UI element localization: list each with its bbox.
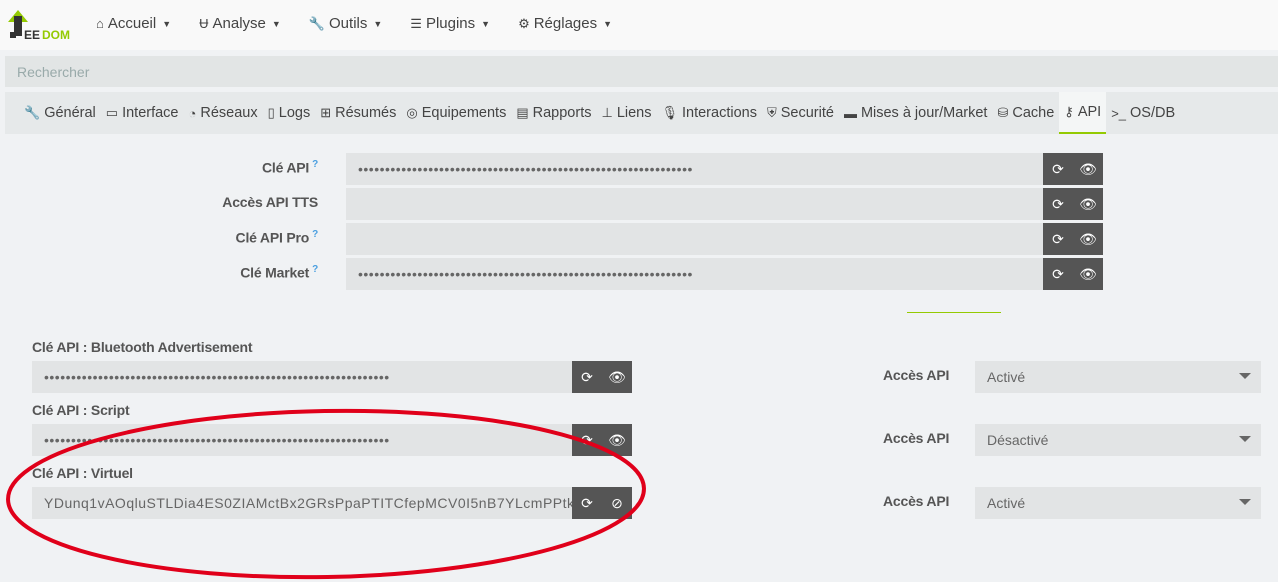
caret-down-icon: ▼ [603, 18, 613, 29]
refresh-icon[interactable]: ⟳ [573, 369, 601, 386]
plugin-key-label: Clé API : Script [32, 402, 130, 418]
caret-down-icon [1239, 373, 1251, 379]
key-icon: ⚷ [1064, 104, 1074, 119]
sitemap-icon: ⊥ [601, 105, 613, 120]
access-select[interactable]: Activé [975, 361, 1261, 393]
svg-text:DOM: DOM [42, 28, 70, 42]
eye-icon[interactable]: 👁 [603, 369, 631, 386]
refresh-icon[interactable]: ⟳ [573, 432, 601, 449]
tab-11[interactable]: ⛁ Cache [992, 92, 1059, 134]
caret-down-icon [1239, 499, 1251, 505]
eye-icon[interactable]: 👁 [603, 432, 631, 449]
plugin-key-actions: ⟳ 👁 [572, 361, 632, 393]
api-key-field[interactable] [346, 223, 1043, 255]
wrench-icon: 🔧 [24, 105, 41, 120]
caret-down-icon [1239, 436, 1251, 442]
key-label: Accès API TTS [222, 194, 318, 210]
access-label: Accès API [883, 367, 950, 383]
tab-12[interactable]: ⚷ API [1059, 92, 1107, 134]
tab-6[interactable]: ▤ Rapports [511, 92, 596, 134]
rss-icon: ◔ [188, 105, 197, 121]
nav-plugins[interactable]: ☰ Plugins ▼ [410, 15, 490, 32]
equipment-icon: ◎ [406, 105, 418, 120]
tab-10[interactable]: ▬ Mises à jour/Market [839, 92, 993, 134]
api-key-field[interactable]: ••••••••••••••••••••••••••••••••••••••••… [346, 153, 1043, 185]
help-icon[interactable]: ? [312, 229, 318, 240]
top-navbar: EE DOM ⌂ Accueil ▼ Ʉ Analyse ▼ 🔧 Outils ▼ ☰ Plugin… [0, 0, 1278, 50]
key-label: Clé API Pro? [235, 229, 319, 246]
divider [907, 312, 1001, 313]
key-actions: ⟳ 👁 [1043, 223, 1103, 255]
microphone-icon: 🎙 [661, 105, 678, 120]
caret-down-icon: ▼ [373, 18, 383, 29]
refresh-icon[interactable]: ⟳ [1044, 266, 1072, 283]
tab-1[interactable]: ▭ Interface [101, 92, 184, 134]
eye-icon[interactable]: 👁 [1074, 161, 1102, 178]
home-icon: ⌂ [96, 16, 104, 31]
tab-5[interactable]: ◎ Equipements [401, 92, 511, 134]
plugin-api-key-field[interactable]: ••••••••••••••••••••••••••••••••••••••••… [32, 361, 572, 393]
eye-slash-icon[interactable]: ⊘ [603, 495, 631, 512]
help-icon[interactable]: ? [312, 264, 318, 275]
hdd-icon: ⛁ [997, 105, 1009, 120]
laptop-icon: ▭ [105, 105, 119, 120]
settings-tabs: 🔧 Général ▭ Interface ◔ Réseaux ▯ Logs ⊞ Résumés ◎… [5, 92, 1278, 134]
plugin-key-actions: ⟳ 👁 [572, 424, 632, 456]
refresh-icon[interactable]: ⟳ [573, 495, 601, 512]
key-actions: ⟳ 👁 [1043, 258, 1103, 290]
plugin-api-key-field[interactable]: YDunq1vAOqluSTLDia4ES0ZIAMctBx2GRsPpaPTI… [32, 487, 572, 519]
tab-2[interactable]: ◔ Réseaux [184, 92, 263, 134]
file-icon: ▯ [267, 105, 275, 120]
refresh-icon[interactable]: ⟳ [1044, 161, 1072, 178]
refresh-icon[interactable]: ⟳ [1044, 231, 1072, 248]
api-key-field[interactable]: ••••••••••••••••••••••••••••••••••••••••… [346, 258, 1043, 290]
caret-down-icon: ▼ [271, 18, 281, 29]
key-label: Clé API? [261, 159, 318, 176]
nav-analyse[interactable]: Ʉ Analyse ▼ [199, 15, 281, 32]
credit-card-icon: ▬ [843, 105, 857, 121]
key-actions: ⟳ 👁 [1043, 188, 1103, 220]
tasks-icon: ☰ [410, 15, 422, 31]
tab-4[interactable]: ⊞ Résumés [315, 92, 401, 134]
plugin-api-key-field[interactable]: ••••••••••••••••••••••••••••••••••••••••… [32, 424, 572, 456]
access-label: Accès API [883, 430, 950, 446]
terminal-icon: >_ [1111, 105, 1127, 121]
search-input[interactable]: Rechercher [5, 56, 1278, 87]
newspaper-icon: ▤ [516, 105, 529, 120]
tab-8[interactable]: 🎙 Interactions [656, 92, 761, 134]
svg-text:EE: EE [24, 28, 40, 42]
plugin-key-label: Clé API : Bluetooth Advertisement [32, 339, 253, 355]
plugin-key-actions: ⟳ ⊘ [572, 487, 632, 519]
access-select[interactable]: Désactivé [975, 424, 1261, 456]
help-icon[interactable]: ? [312, 159, 318, 170]
tab-0[interactable]: 🔧 Général [19, 92, 101, 134]
eye-icon[interactable]: 👁 [1074, 266, 1102, 283]
eye-icon[interactable]: 👁 [1074, 231, 1102, 248]
caret-down-icon: ▼ [162, 18, 172, 29]
nav-accueil[interactable]: ⌂ Accueil ▼ [96, 15, 171, 32]
table-icon: ⊞ [320, 105, 332, 120]
eye-icon[interactable]: 👁 [1074, 196, 1102, 213]
tab-9[interactable]: ⛨ Securité [762, 92, 839, 134]
refresh-icon[interactable]: ⟳ [1044, 196, 1072, 213]
key-label: Clé Market? [240, 264, 318, 281]
api-key-field[interactable] [346, 188, 1043, 220]
tab-13[interactable]: >_ OS/DB [1106, 92, 1180, 134]
caret-down-icon: ▼ [481, 18, 491, 29]
key-actions: ⟳ 👁 [1043, 153, 1103, 185]
nav-outils[interactable]: 🔧 Outils ▼ [309, 15, 382, 32]
cog-icon: ⚙ [518, 15, 530, 31]
shield-icon: ⛨ [766, 105, 777, 120]
nav-réglages[interactable]: ⚙ Réglages ▼ [518, 15, 612, 32]
access-select[interactable]: Activé [975, 487, 1261, 519]
tab-7[interactable]: ⊥ Liens [596, 92, 656, 134]
stethoscope-icon: Ʉ [199, 16, 209, 31]
tab-3[interactable]: ▯ Logs [263, 92, 316, 134]
jeedom-logo[interactable]: EE DOM [6, 6, 76, 42]
wrench-icon: 🔧 [308, 15, 326, 31]
access-label: Accès API [883, 493, 950, 509]
plugin-key-label: Clé API : Virtuel [32, 465, 133, 481]
